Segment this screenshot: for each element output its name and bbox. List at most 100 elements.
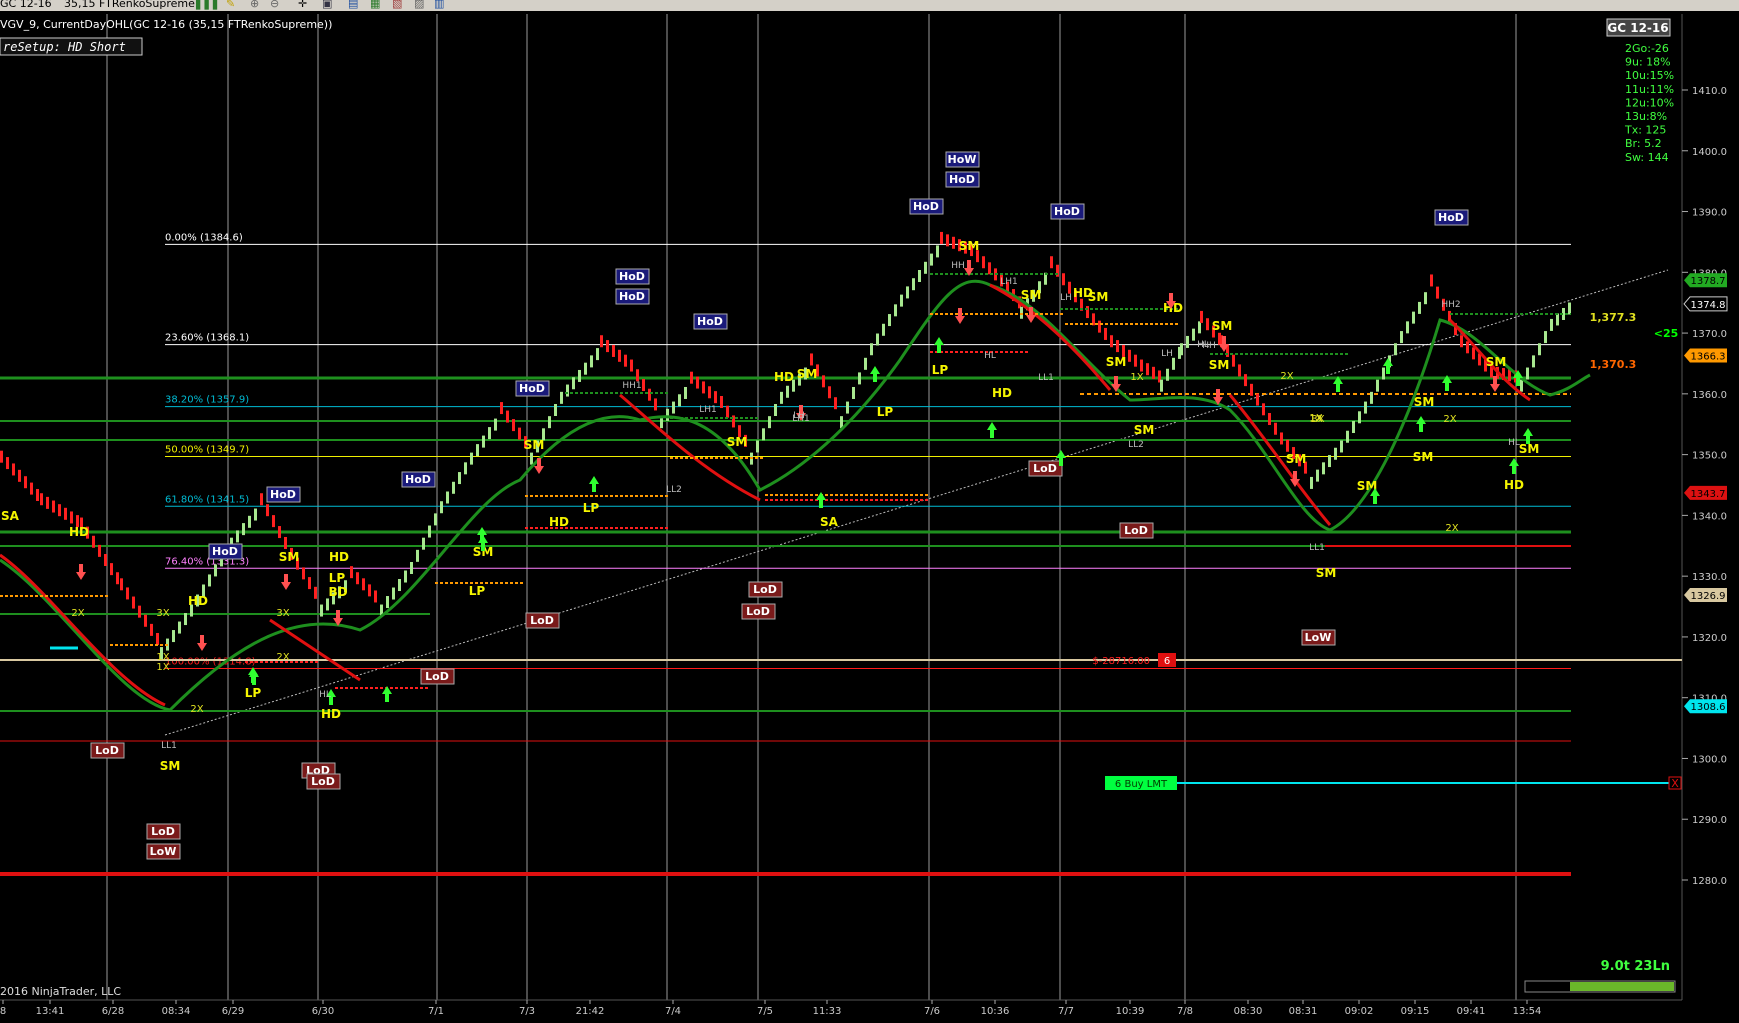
down-bar — [1256, 393, 1259, 406]
price-tick-label: 1370.0 — [1692, 329, 1727, 340]
up-bar — [214, 564, 217, 577]
down-bar — [368, 584, 371, 597]
swing-label: LH — [793, 411, 805, 421]
up-bar — [208, 574, 211, 587]
time-tick-label: 13:54 — [1513, 1006, 1542, 1017]
up-bar — [178, 621, 181, 634]
up-bar — [590, 355, 593, 368]
price-marker-label: 1366.3 — [1691, 352, 1726, 363]
swing-label: LL1 — [1038, 373, 1054, 383]
up-bar — [1166, 368, 1169, 381]
signal-label: HD — [188, 594, 208, 608]
down-bar — [1244, 374, 1247, 387]
time-tick-label: 09:15 — [1401, 1006, 1430, 1017]
signal-label: SM — [1316, 566, 1337, 580]
signal-label: HD — [1504, 478, 1524, 492]
down-bar — [1140, 359, 1143, 372]
multiplier-label: 2X — [1445, 523, 1458, 534]
price-marker-label: 1343.7 — [1691, 489, 1726, 500]
swing-label: HL — [319, 690, 331, 700]
label-text: HoD — [697, 315, 723, 328]
down-bar — [946, 234, 949, 247]
up-bar — [494, 418, 497, 431]
up-bar — [1322, 462, 1325, 475]
signal-label: HD — [774, 370, 794, 384]
high-of-day-label: HoD — [1434, 209, 1469, 226]
multiplier-label: 2X — [1443, 414, 1456, 425]
swing-label: HH — [1202, 341, 1216, 351]
up-bar — [1370, 391, 1373, 404]
up-bar — [1538, 343, 1541, 356]
down-bar — [720, 396, 723, 408]
time-tick-label: 6/29 — [222, 1006, 244, 1017]
down-bar — [822, 375, 825, 388]
price-tick-label: 1290.0 — [1692, 815, 1727, 826]
multiplier-label: 2X — [190, 704, 203, 715]
down-bar — [1128, 349, 1131, 362]
signal-label: SM — [1212, 319, 1233, 333]
close-order-icon[interactable]: X — [1671, 777, 1679, 790]
low-of-day-label: LoD — [90, 742, 125, 759]
time-tick-label: 08:34 — [162, 1006, 191, 1017]
down-bar — [46, 496, 49, 509]
down-bar — [1050, 256, 1053, 269]
price-tick-label: 1350.0 — [1692, 451, 1727, 462]
price-chart[interactable]: 0.00% (1384.6) 23.60% (1368.1) 38.20% (135… — [0, 0, 1739, 1023]
high-of-day-label: HoD — [615, 268, 650, 285]
time-tick-label: 13:41 — [36, 1006, 65, 1017]
down-bar — [726, 405, 729, 418]
down-bar — [810, 353, 813, 366]
last-price-label: 1374.8 — [1691, 300, 1726, 311]
time-tick-label: 6/30 — [312, 1006, 334, 1017]
down-bar — [1134, 354, 1137, 367]
multiplier-label: 2X — [71, 608, 84, 619]
down-bar — [18, 469, 21, 482]
up-bar — [1382, 367, 1385, 380]
signal-label: SM — [1134, 423, 1155, 437]
price-tick-label: 1360.0 — [1692, 390, 1727, 401]
low-of-day-label: LoD — [741, 603, 776, 620]
up-bar — [1160, 379, 1163, 392]
price-tick-label: 1300.0 — [1692, 754, 1727, 765]
up-bar — [446, 491, 449, 504]
down-bar — [1262, 403, 1265, 416]
up-bar — [530, 452, 533, 465]
low-of-day-label: LoD — [306, 773, 341, 790]
down-bar — [156, 633, 159, 645]
multiplier-label: 1X — [156, 652, 169, 663]
up-bar — [1198, 321, 1201, 334]
up-bar — [458, 472, 461, 485]
signal-label: SM — [1519, 442, 1540, 456]
down-bar — [518, 427, 521, 440]
up-bar — [858, 372, 861, 385]
buy-lmt-label[interactable]: 6 Buy LMT — [1115, 779, 1168, 790]
up-bar — [888, 314, 891, 327]
multiplier-label: 1X — [1309, 414, 1322, 425]
price-marker-label: 1308.6 — [1691, 702, 1726, 713]
down-bar — [1286, 439, 1289, 452]
down-bar — [52, 500, 55, 513]
up-bar — [428, 525, 431, 538]
up-bar — [672, 401, 675, 414]
signal-label: LP — [877, 405, 894, 419]
up-bar — [762, 428, 765, 441]
up-bar — [1020, 306, 1023, 319]
down-bar — [1250, 383, 1253, 396]
label-text: HoW — [948, 153, 977, 166]
swing-label: LL2 — [666, 485, 682, 495]
signal-label: SM — [959, 239, 980, 253]
up-bar — [464, 462, 467, 475]
down-bar — [1146, 363, 1149, 376]
up-bar — [476, 444, 479, 457]
up-bar — [440, 501, 443, 514]
signal-label: HD — [69, 525, 89, 539]
up-bar — [870, 343, 873, 356]
up-bar — [1346, 430, 1349, 443]
up-bar — [452, 481, 455, 494]
buy-limit-order[interactable]: 6 Buy LMT — [1105, 776, 1177, 790]
up-bar — [242, 523, 245, 536]
down-bar — [1152, 366, 1155, 379]
signal-label: SM — [797, 367, 818, 381]
down-bar — [374, 590, 377, 603]
fib-label: 50.00% (1349.7) — [165, 444, 249, 455]
